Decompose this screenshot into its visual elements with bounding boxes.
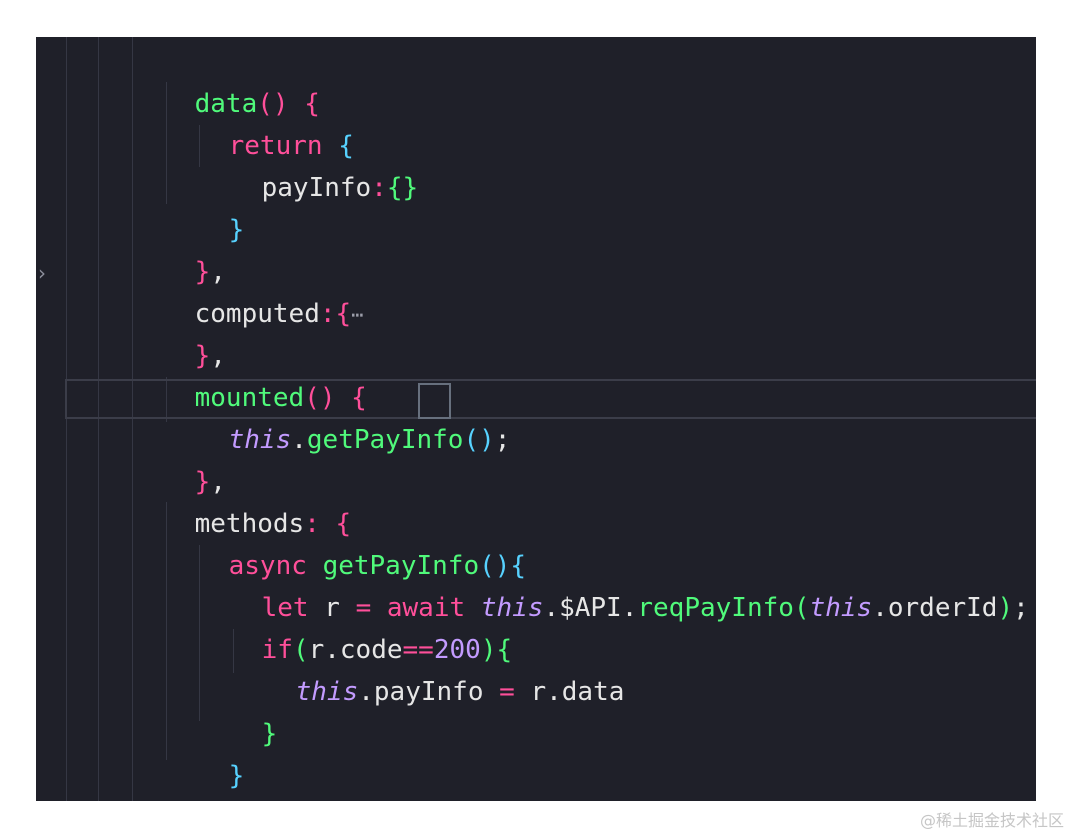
colon-token: : [319, 299, 336, 329]
function-token: reqPayInfo [637, 593, 794, 623]
code-line-14[interactable]: if(r.code==200){ [199, 587, 513, 665]
property-token: data [561, 677, 625, 707]
code-line-4[interactable]: } [166, 167, 245, 245]
code-line-1[interactable]: data() { [132, 41, 320, 119]
code-line-16[interactable]: } [199, 671, 278, 749]
paren-token: ( [463, 425, 480, 455]
dot-token: . [872, 593, 888, 623]
brace-token: } [228, 215, 245, 245]
indent-guide [98, 37, 99, 801]
code-line-3[interactable]: payInfo:{} [199, 125, 419, 203]
code-line-11[interactable]: methods: { [132, 461, 352, 539]
property-token: orderId [887, 593, 998, 623]
code-line-6[interactable]: computed:{⋯ [132, 251, 364, 329]
code-line-8[interactable]: mounted() { [132, 335, 367, 413]
code-line-2[interactable]: return { [166, 83, 354, 161]
folded-ellipsis-icon[interactable]: ⋯ [351, 303, 363, 327]
property-token: payInfo [373, 677, 484, 707]
variable-token: r [530, 677, 547, 707]
code-line-13[interactable]: let r = await this.$API.reqPayInfo(this.… [199, 545, 1029, 623]
watermark: @稀土掘金技术社区 [919, 811, 1064, 830]
brace-token: } [228, 761, 245, 791]
code-line-9[interactable]: this.getPayInfo(); [166, 377, 511, 455]
dot-token: . [358, 677, 374, 707]
code-line-15[interactable]: this.payInfo = r.data [233, 629, 625, 707]
this-token: this [295, 677, 359, 707]
dot-token: . [621, 593, 638, 623]
property-token: payInfo [261, 173, 372, 203]
indent-guide [66, 37, 67, 801]
brace-token: } [261, 719, 278, 749]
chevron-right-icon[interactable]: › [38, 261, 46, 285]
code-line-12[interactable]: async getPayInfo(){ [166, 503, 526, 581]
this-token: this [228, 425, 292, 455]
paren-token: ) [479, 425, 495, 455]
code-line-7[interactable]: }, [132, 293, 226, 371]
function-token: getPayInfo [306, 425, 464, 455]
paren-token: ( [793, 593, 810, 623]
dot-token: . [291, 425, 307, 455]
operator-token: = [499, 677, 515, 707]
dot-token: . [543, 593, 560, 623]
semicolon-token: ; [1013, 593, 1029, 623]
code-editor[interactable]: › data() { return { payInfo:{} } }, comp… [36, 37, 1036, 801]
code-line-18[interactable]: }, [132, 755, 226, 797]
paren-token: ) [997, 593, 1014, 623]
fold-gutter: › [36, 37, 66, 801]
colon-token: : [371, 173, 387, 203]
semicolon-token: ; [494, 425, 511, 455]
code-line-17[interactable]: } [166, 713, 245, 791]
brace-token: {} [386, 173, 419, 203]
this-token: this [809, 593, 873, 623]
brace-token: { [335, 299, 352, 329]
dot-token: . [546, 677, 562, 707]
code-line-5[interactable]: }, [132, 209, 226, 287]
property-token: $API [559, 593, 622, 623]
code-line-10[interactable]: }, [132, 419, 226, 497]
